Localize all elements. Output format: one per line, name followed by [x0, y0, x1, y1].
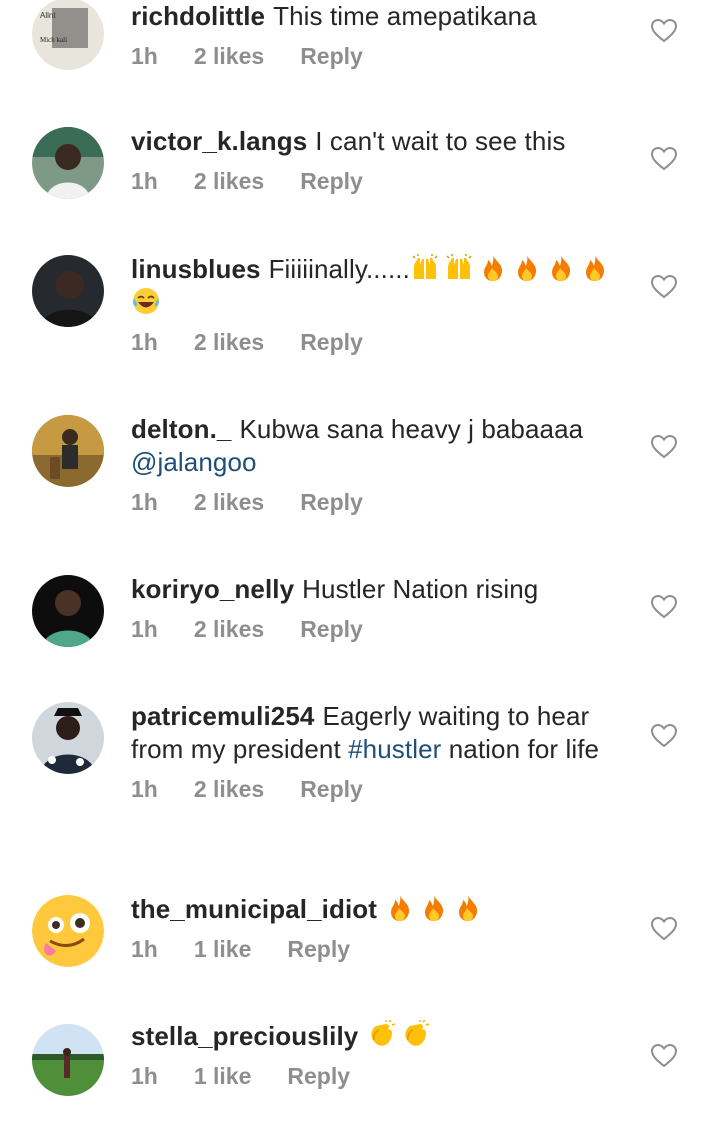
timestamp: 1h	[131, 776, 158, 802]
avatar[interactable]: Allnt Mich kali	[32, 0, 104, 70]
likes-count[interactable]: 2 likes	[194, 329, 264, 356]
username[interactable]: delton._	[131, 414, 231, 444]
reply-button[interactable]: Reply	[300, 616, 363, 643]
fire-icon	[453, 893, 483, 923]
timestamp: 1h	[131, 43, 158, 69]
hashtag-link[interactable]: #hustler	[348, 734, 441, 764]
timestamp: 1h	[131, 616, 158, 642]
fire-icon	[580, 253, 610, 283]
username[interactable]: linusblues	[131, 254, 261, 284]
comment-body: Kubwa sana heavy j babaaaa	[239, 414, 584, 444]
comment-meta: 1h 2 likes Reply	[131, 329, 631, 356]
comment-meta: 1h 2 likes Reply	[131, 776, 631, 803]
likes-count[interactable]: 2 likes	[194, 776, 264, 803]
heart-outline-icon[interactable]	[651, 435, 677, 459]
fire-icon	[512, 253, 542, 283]
username[interactable]: patricemuli254	[131, 701, 315, 731]
mention-link[interactable]: @jalangoo	[131, 447, 257, 477]
heart-outline-icon[interactable]	[651, 147, 677, 171]
reply-button[interactable]: Reply	[300, 489, 363, 516]
likes-count[interactable]: 2 likes	[194, 616, 264, 643]
comment-body: Fiiiiinally......	[268, 254, 410, 284]
comment-meta: 1h 2 likes Reply	[131, 616, 631, 643]
comment-body: This time amepatikana	[273, 1, 537, 31]
username[interactable]: stella_preciouslily	[131, 1021, 358, 1051]
fire-icon	[546, 253, 576, 283]
username[interactable]: richdolittle	[131, 1, 265, 31]
fire-icon	[385, 893, 415, 923]
reply-button[interactable]: Reply	[300, 168, 363, 195]
timestamp: 1h	[131, 168, 158, 194]
username[interactable]: victor_k.langs	[131, 126, 307, 156]
timestamp: 1h	[131, 489, 158, 515]
clapping-hands-icon	[400, 1020, 430, 1050]
avatar[interactable]	[32, 255, 104, 327]
comment-meta: 1h 2 likes Reply	[131, 489, 631, 516]
svg-text:Allnt: Allnt	[40, 11, 56, 20]
fire-icon	[419, 893, 449, 923]
avatar[interactable]	[32, 702, 104, 774]
timestamp: 1h	[131, 1063, 158, 1089]
avatar[interactable]	[32, 575, 104, 647]
timestamp: 1h	[131, 329, 158, 355]
heart-outline-icon[interactable]	[651, 275, 677, 299]
comment-meta: 1h 1 like Reply	[131, 1063, 631, 1090]
likes-count[interactable]: 1 like	[194, 936, 252, 963]
comment-text: delton._ Kubwa sana heavy j babaaaa @jalan…	[131, 413, 631, 479]
heart-outline-icon[interactable]	[651, 917, 677, 941]
comment-text: the_municipal_idiot	[131, 893, 631, 926]
comment-meta: 1h 1 like Reply	[131, 936, 631, 963]
comment-text: stella_preciouslily	[131, 1020, 631, 1053]
fire-icon	[478, 253, 508, 283]
avatar[interactable]	[32, 1024, 104, 1096]
comment-text: victor_k.langs I can't wait to see this	[131, 125, 631, 158]
reply-button[interactable]: Reply	[300, 776, 363, 803]
comment-meta: 1h 2 likes Reply	[131, 168, 631, 195]
avatar[interactable]	[32, 415, 104, 487]
comment-text: linusblues Fiiiiinally......	[131, 253, 631, 319]
comment-body-continued: nation for life	[448, 734, 600, 764]
comment-meta: 1h 2 likes Reply	[131, 43, 631, 70]
reply-button[interactable]: Reply	[300, 329, 363, 356]
reply-button[interactable]: Reply	[287, 1063, 350, 1090]
clapping-hands-icon	[366, 1020, 396, 1050]
laughing-tears-icon	[131, 286, 161, 316]
comment-text: koriryo_nelly Hustler Nation rising	[131, 573, 631, 606]
likes-count[interactable]: 1 like	[194, 1063, 252, 1090]
timestamp: 1h	[131, 936, 158, 962]
heart-outline-icon[interactable]	[651, 724, 677, 748]
reply-button[interactable]: Reply	[287, 936, 350, 963]
raising-hands-icon	[444, 253, 474, 283]
heart-outline-icon[interactable]	[651, 19, 677, 43]
likes-count[interactable]: 2 likes	[194, 168, 264, 195]
raising-hands-icon	[410, 253, 440, 283]
comment-body: I can't wait to see this	[315, 126, 566, 156]
comment-body: Hustler Nation rising	[302, 574, 539, 604]
comment-text: richdolittle This time amepatikana	[131, 0, 631, 33]
avatar[interactable]	[32, 895, 104, 967]
likes-count[interactable]: 2 likes	[194, 43, 264, 70]
svg-text:Mich kali: Mich kali	[40, 36, 67, 44]
heart-outline-icon[interactable]	[651, 595, 677, 619]
avatar[interactable]	[32, 127, 104, 199]
likes-count[interactable]: 2 likes	[194, 489, 264, 516]
username[interactable]: the_municipal_idiot	[131, 894, 377, 924]
reply-button[interactable]: Reply	[300, 43, 363, 70]
heart-outline-icon[interactable]	[651, 1044, 677, 1068]
username[interactable]: koriryo_nelly	[131, 574, 294, 604]
comment-text: patricemuli254 Eagerly waiting to hear fr…	[131, 700, 631, 766]
